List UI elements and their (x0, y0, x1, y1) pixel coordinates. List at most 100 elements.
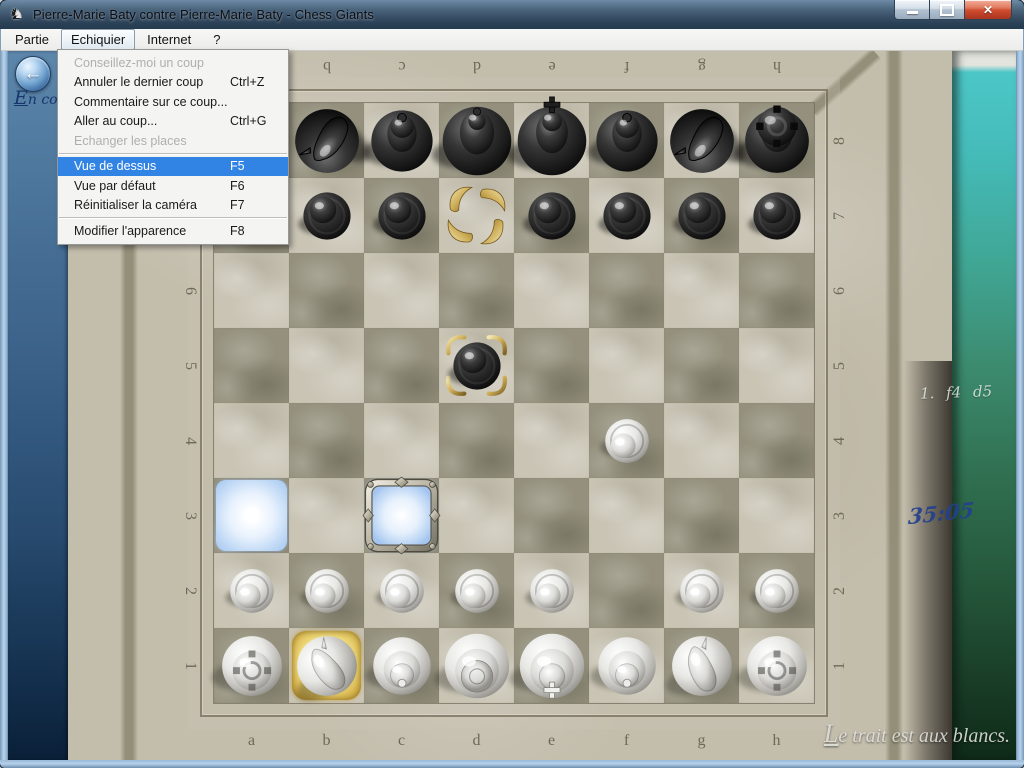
piece-black-pawn-f7[interactable] (586, 175, 668, 257)
square-h6[interactable] (739, 253, 814, 328)
piece-white-rook-h1[interactable] (731, 620, 823, 712)
maximize-icon (940, 4, 954, 16)
piece-white-pawn-d2[interactable] (439, 553, 515, 629)
menu-item-shortcut: F5 (230, 159, 276, 173)
square-c4[interactable] (364, 403, 439, 478)
square-b5[interactable] (289, 328, 364, 403)
maximize-button[interactable] (930, 0, 965, 20)
square-f2[interactable] (589, 553, 664, 628)
rank-label-right-6: 6 (829, 280, 851, 302)
file-label-bottom-d: d (466, 730, 488, 752)
piece-black-pawn-e7[interactable] (511, 175, 593, 257)
square-b6[interactable] (289, 253, 364, 328)
file-label-top-f: f (616, 55, 638, 77)
file-label-top-d: d (466, 55, 488, 77)
minimize-icon (907, 11, 918, 14)
rank-label-left-5: 5 (179, 355, 201, 377)
square-e5[interactable] (514, 328, 589, 403)
piece-black-pawn-g7[interactable] (661, 175, 743, 257)
square-d6[interactable] (439, 253, 514, 328)
move-list: 1. f4 d5 (920, 381, 1016, 402)
square-b3[interactable] (289, 478, 364, 553)
rank-label-right-1: 1 (829, 655, 851, 677)
square-a4[interactable] (214, 403, 289, 478)
file-label-top-b: b (316, 55, 338, 77)
square-e3[interactable] (514, 478, 589, 553)
square-c6[interactable] (364, 253, 439, 328)
file-label-bottom-f: f (616, 730, 638, 752)
menu-item-8[interactable]: Réinitialiser la caméraF7 (58, 196, 288, 216)
square-c5[interactable] (364, 328, 439, 403)
close-button[interactable]: ✕ (965, 0, 1012, 20)
rank-label-right-2: 2 (829, 580, 851, 602)
piece-black-pawn-b7[interactable] (286, 175, 368, 257)
file-label-top-e: e (541, 55, 563, 77)
piece-white-pawn-a2[interactable] (214, 553, 290, 629)
piece-white-pawn-f4[interactable] (589, 403, 665, 479)
menubar: PartieEchiquierInternet? (1, 29, 1023, 51)
side-felt-panel (952, 51, 1016, 760)
piece-black-pawn-d5[interactable] (436, 325, 518, 407)
square-h5[interactable] (739, 328, 814, 403)
menu-item-label: Vue par défaut (74, 179, 156, 193)
file-label-bottom-c: c (391, 730, 413, 752)
square-e6[interactable] (514, 253, 589, 328)
rank-label-right-3: 3 (829, 505, 851, 527)
square-d3[interactable] (439, 478, 514, 553)
menubar-item-internet[interactable]: Internet (137, 29, 201, 50)
piece-black-pawn-h7[interactable] (736, 175, 818, 257)
square-f3[interactable] (589, 478, 664, 553)
piece-black-pawn-c7[interactable] (361, 175, 443, 257)
square-d4[interactable] (439, 403, 514, 478)
square-e4[interactable] (514, 403, 589, 478)
menu-item-0: Conseillez-moi un coup (58, 53, 288, 73)
rank-label-left-2: 2 (179, 580, 201, 602)
app-window: ♞♞ Pierre-Marie Baty contre Pierre-Marie… (0, 0, 1024, 768)
window-border-left (0, 29, 8, 768)
minimize-button[interactable] (894, 0, 930, 20)
square-h3[interactable] (739, 478, 814, 553)
menu-item-label: Echanger les places (74, 134, 187, 148)
table-edge-shadow (904, 361, 952, 760)
rank-label-left-3: 3 (179, 505, 201, 527)
echiquier-dropdown-menu: Conseillez-moi un coupAnnuler le dernier… (57, 49, 289, 245)
square-g5[interactable] (664, 328, 739, 403)
square-g4[interactable] (664, 403, 739, 478)
piece-white-pawn-g2[interactable] (664, 553, 740, 629)
legal-move-highlight-a3 (216, 480, 287, 551)
menu-item-2[interactable]: Commentaire sur ce coup... (58, 92, 288, 112)
window-controls: ✕ (894, 0, 1012, 20)
rank-label-left-6: 6 (179, 280, 201, 302)
titlebar[interactable]: ♞♞ Pierre-Marie Baty contre Pierre-Marie… (0, 0, 1024, 29)
menu-item-6[interactable]: Vue de dessusF5 (58, 157, 288, 177)
square-g6[interactable] (664, 253, 739, 328)
menubar-item-?[interactable]: ? (203, 29, 230, 50)
square-b4[interactable] (289, 403, 364, 478)
menu-item-3[interactable]: Aller au coup...Ctrl+G (58, 112, 288, 132)
file-label-bottom-b: b (316, 730, 338, 752)
square-f6[interactable] (589, 253, 664, 328)
menu-item-1[interactable]: Annuler le dernier coupCtrl+Z (58, 73, 288, 93)
square-g3[interactable] (664, 478, 739, 553)
rank-label-right-7: 7 (829, 205, 851, 227)
menubar-item-partie[interactable]: Partie (5, 29, 59, 50)
menu-item-10[interactable]: Modifier l'apparenceF8 (58, 221, 288, 241)
menu-separator (59, 153, 287, 155)
menu-item-shortcut: Ctrl+Z (230, 75, 276, 89)
square-f5[interactable] (589, 328, 664, 403)
piece-white-pawn-b2[interactable] (289, 553, 365, 629)
menu-item-shortcut: F6 (230, 179, 276, 193)
square-a5[interactable] (214, 328, 289, 403)
window-title: Pierre-Marie Baty contre Pierre-Marie Ba… (33, 7, 374, 22)
square-h4[interactable] (739, 403, 814, 478)
rank-label-right-8: 8 (829, 130, 851, 152)
piece-white-pawn-h2[interactable] (739, 553, 815, 629)
window-border-bottom (0, 760, 1024, 768)
piece-white-pawn-c2[interactable] (364, 553, 440, 629)
menubar-item-echiquier[interactable]: Echiquier (61, 29, 135, 50)
menu-item-label: Aller au coup... (74, 114, 157, 128)
menu-item-7[interactable]: Vue par défaut F6 (58, 176, 288, 196)
square-a6[interactable] (214, 253, 289, 328)
piece-white-pawn-e2[interactable] (514, 553, 590, 629)
file-label-top-c: c (391, 55, 413, 77)
